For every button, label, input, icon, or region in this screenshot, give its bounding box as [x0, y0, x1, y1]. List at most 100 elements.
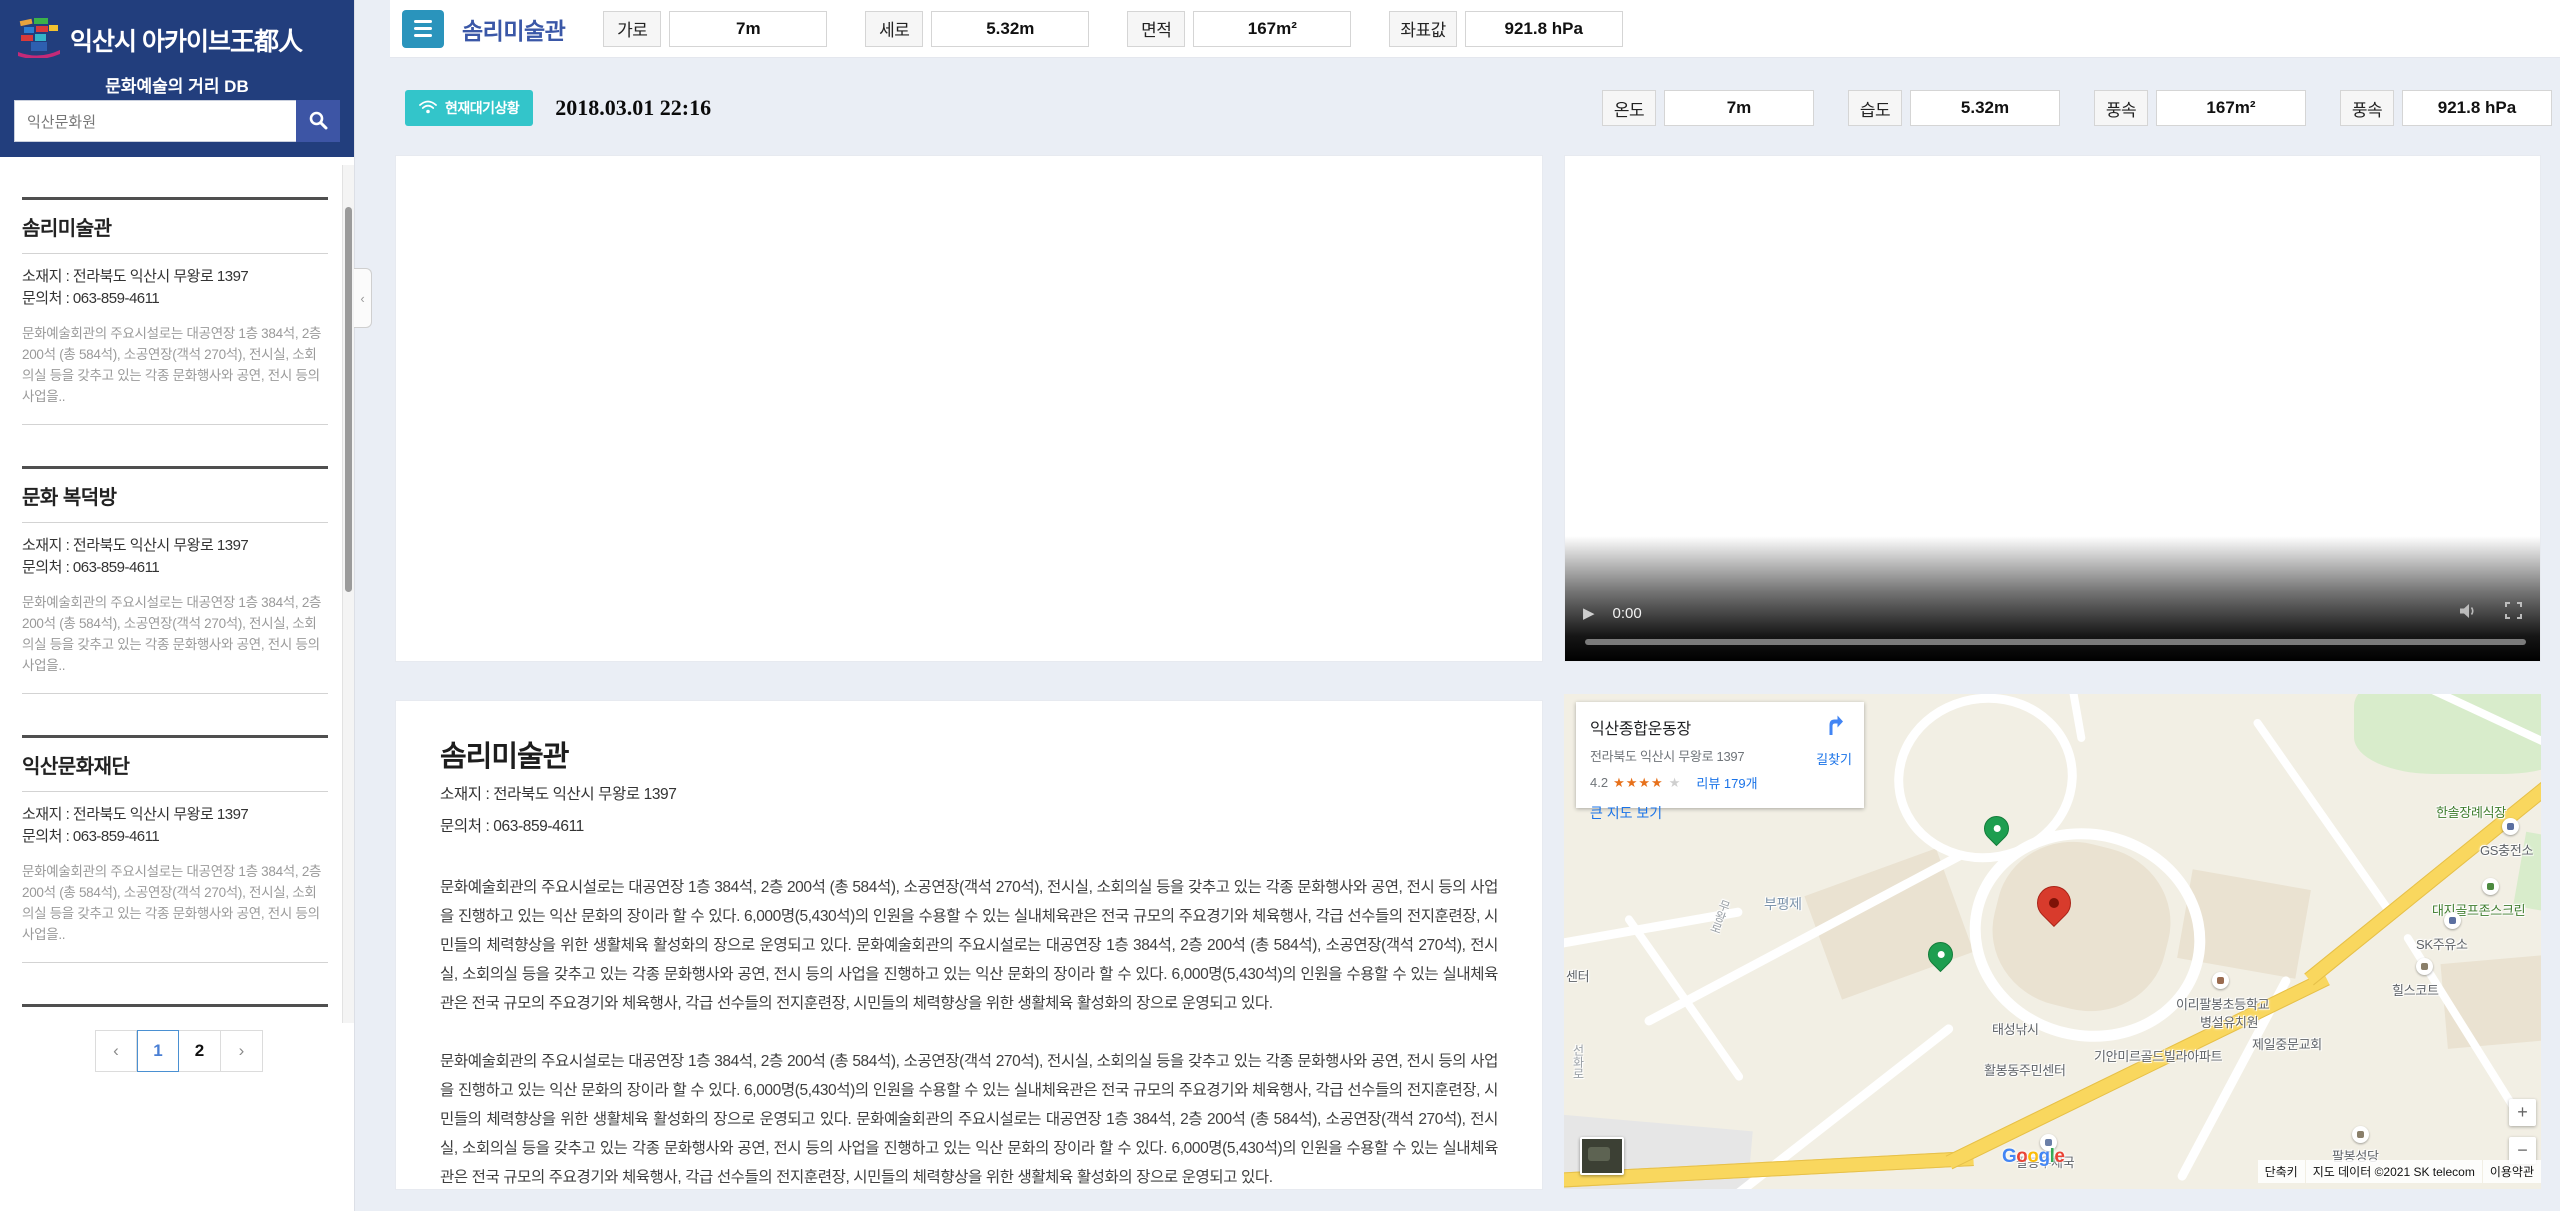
list-item[interactable]: 문화 복덕방 소재지 : 전라북도 익산시 무왕로 1397 문의처 : 063…: [22, 466, 328, 694]
metric-value[interactable]: 7m: [1664, 90, 1814, 126]
logo[interactable]: 익산시 아카이브王都人: [16, 16, 302, 63]
result-list: 솜리미술관 소재지 : 전라북도 익산시 무왕로 1397 문의처 : 063-…: [0, 165, 354, 1023]
map-info-card: 익산종합운동장 전라북도 익산시 무왕로 1397 4.2 ★★★★★ 리뷰 1…: [1576, 702, 1864, 808]
street-view-thumbnail[interactable]: [1580, 1137, 1624, 1175]
terms-link[interactable]: 이용약관: [2483, 1160, 2541, 1183]
metric-label: 온도: [1602, 90, 1656, 126]
pagination-prev[interactable]: ‹: [95, 1030, 137, 1072]
directions-icon: [1822, 725, 1846, 742]
metric-value[interactable]: 167m²: [2156, 90, 2306, 126]
map-label: 이리팔봉초등학교: [2176, 994, 2269, 1013]
list-item-description: 문화예술회관의 주요시설로는 대공연장 1층 384석, 2층 200석 (총 …: [22, 861, 328, 945]
map-data-attribution: 지도 데이터 ©2021 SK telecom: [2306, 1160, 2482, 1183]
list-item[interactable]: 솜리미술관 소재지 : 전라북도 익산시 무왕로 1397 문의처 : 063-…: [22, 1004, 328, 1023]
divider: [22, 693, 328, 694]
fullscreen-icon[interactable]: [2505, 602, 2522, 624]
search-bar: [14, 100, 340, 142]
search-input[interactable]: [14, 100, 296, 142]
metric-wind-2: 풍속 921.8 hPa: [2340, 90, 2552, 126]
app-subtitle: 문화예술의 거리 DB: [0, 72, 354, 97]
metric-value[interactable]: 921.8 hPa: [1465, 11, 1623, 47]
divider: [22, 424, 328, 425]
directions-button[interactable]: 길찾기: [1816, 714, 1852, 768]
metric-label: 세로: [865, 11, 923, 47]
metric-wind-1: 풍속 167m²: [2094, 90, 2306, 126]
list-item-contact: 문의처 : 063-859-4611: [22, 826, 328, 848]
metric-value[interactable]: 5.32m: [1910, 90, 2060, 126]
rating-row: 4.2 ★★★★★ 리뷰 179개: [1590, 773, 1850, 792]
gas-station-icon: [2444, 912, 2461, 929]
list-item-title: 솜리미술관: [22, 1019, 328, 1023]
metric-label: 습도: [1848, 90, 1902, 126]
article-paragraph: 문화예술회관의 주요시설로는 대공연장 1층 384석, 2층 200석 (총 …: [440, 873, 1498, 1018]
metric-height: 세로 5.32m: [865, 11, 1089, 47]
building-icon: [2416, 958, 2433, 975]
chevron-left-icon: ‹: [360, 291, 364, 306]
star-icons-filled: ★★★★: [1613, 775, 1664, 791]
star-icon-empty: ★: [1669, 775, 1682, 791]
map-label: GS충전소: [2480, 840, 2533, 859]
sidebar-scrollbar[interactable]: [342, 165, 354, 1023]
map-label: 부평제: [1764, 894, 1802, 914]
article-body: 문화예술회관의 주요시설로는 대공연장 1층 384석, 2층 200석 (총 …: [440, 873, 1498, 1190]
list-item-location: 소재지 : 전라북도 익산시 무왕로 1397: [22, 266, 328, 288]
article-paragraph: 문화예술회관의 주요시설로는 대공연장 1층 384석, 2층 200석 (총 …: [440, 1047, 1498, 1190]
map-canvas[interactable]: 부평제 무왕로 선화로 센터 이리팔봉초등학교 병설유치원 태성낚시 활봉동주민…: [1564, 694, 2541, 1189]
list-item-title: 솜리미술관: [22, 212, 328, 241]
pagination: ‹ 1 2 ›: [95, 1030, 263, 1072]
metric-label: 풍속: [2340, 90, 2394, 126]
datetime: 2018.03.01 22:16: [555, 95, 711, 121]
view-larger-map-link[interactable]: 큰 지도 보기: [1590, 803, 1662, 823]
golf-icon: [2482, 878, 2499, 895]
volume-icon[interactable]: [2459, 603, 2479, 624]
metric-humidity: 습도 5.32m: [1848, 90, 2060, 126]
sidebar-collapse-button[interactable]: ‹: [354, 268, 372, 328]
sidebar-header: 익산시 아카이브王都人 문화예술의 거리 DB: [0, 0, 354, 157]
metric-label: 풍속: [2094, 90, 2148, 126]
map-building: [2441, 954, 2541, 1049]
metric-value[interactable]: 167m²: [1193, 11, 1351, 47]
list-item-title: 문화 복덕방: [22, 481, 328, 510]
wifi-icon: [419, 100, 437, 117]
metric-value[interactable]: 7m: [669, 11, 827, 47]
pagination-page-1[interactable]: 1: [137, 1030, 179, 1072]
divider: [22, 253, 328, 254]
list-item-contact: 문의처 : 063-859-4611: [22, 288, 328, 310]
school-icon: [2212, 972, 2229, 989]
metric-label: 면적: [1127, 11, 1185, 47]
list-item[interactable]: 익산문화재단 소재지 : 전라북도 익산시 무왕로 1397 문의처 : 063…: [22, 735, 328, 963]
divider: [22, 962, 328, 963]
image-panel: [395, 155, 1543, 662]
google-logo[interactable]: Google: [2002, 1146, 2064, 1168]
reviews-link[interactable]: 리뷰 179개: [1696, 773, 1757, 792]
map-label: 활봉동주민센터: [1984, 1060, 2066, 1079]
map-zoom-in-button[interactable]: +: [2509, 1099, 2536, 1126]
map-label: 태성낚시: [1992, 1019, 2039, 1038]
place-address: 전라북도 익산시 무왕로 1397: [1590, 746, 1850, 765]
metric-area: 면적 167m²: [1127, 11, 1351, 47]
article-contact: 문의처 : 063-859-4611: [440, 815, 1498, 839]
pagination-page-2[interactable]: 2: [179, 1030, 221, 1072]
scrollbar-thumb[interactable]: [345, 207, 352, 592]
pagination-next[interactable]: ›: [221, 1030, 263, 1072]
air-status-badge[interactable]: 현재대기상황: [405, 90, 533, 126]
video-progress-bar[interactable]: [1585, 639, 2526, 645]
metric-temperature: 온도 7m: [1602, 90, 1814, 126]
metric-value[interactable]: 921.8 hPa: [2402, 90, 2552, 126]
sidebar: 익산시 아카이브王都人 문화예술의 거리 DB 솜리미술관 소재지 : 전라북도…: [0, 0, 355, 1211]
rating-value: 4.2: [1590, 775, 1608, 790]
play-button[interactable]: ▶: [1583, 604, 1595, 622]
top-bar: 솜리미술관 가로 7m 세로 5.32m 면적 167m² 좌표값 921.8 …: [390, 0, 2560, 58]
directions-label: 길찾기: [1816, 749, 1852, 768]
menu-button[interactable]: [402, 10, 444, 48]
search-button[interactable]: [296, 100, 340, 142]
list-item[interactable]: 솜리미술관 소재지 : 전라북도 익산시 무왕로 1397 문의처 : 063-…: [22, 197, 328, 425]
map-label: 센터: [1566, 966, 1589, 985]
video-player[interactable]: ▶ 0:00: [1564, 155, 2541, 662]
divider: [22, 522, 328, 523]
map-label: 한솔장례식장: [2436, 802, 2506, 821]
keyboard-shortcuts-link[interactable]: 단축키: [2258, 1160, 2305, 1183]
video-controls: ▶ 0:00: [1565, 599, 2540, 627]
metric-value[interactable]: 5.32m: [931, 11, 1089, 47]
metric-width: 가로 7m: [603, 11, 827, 47]
